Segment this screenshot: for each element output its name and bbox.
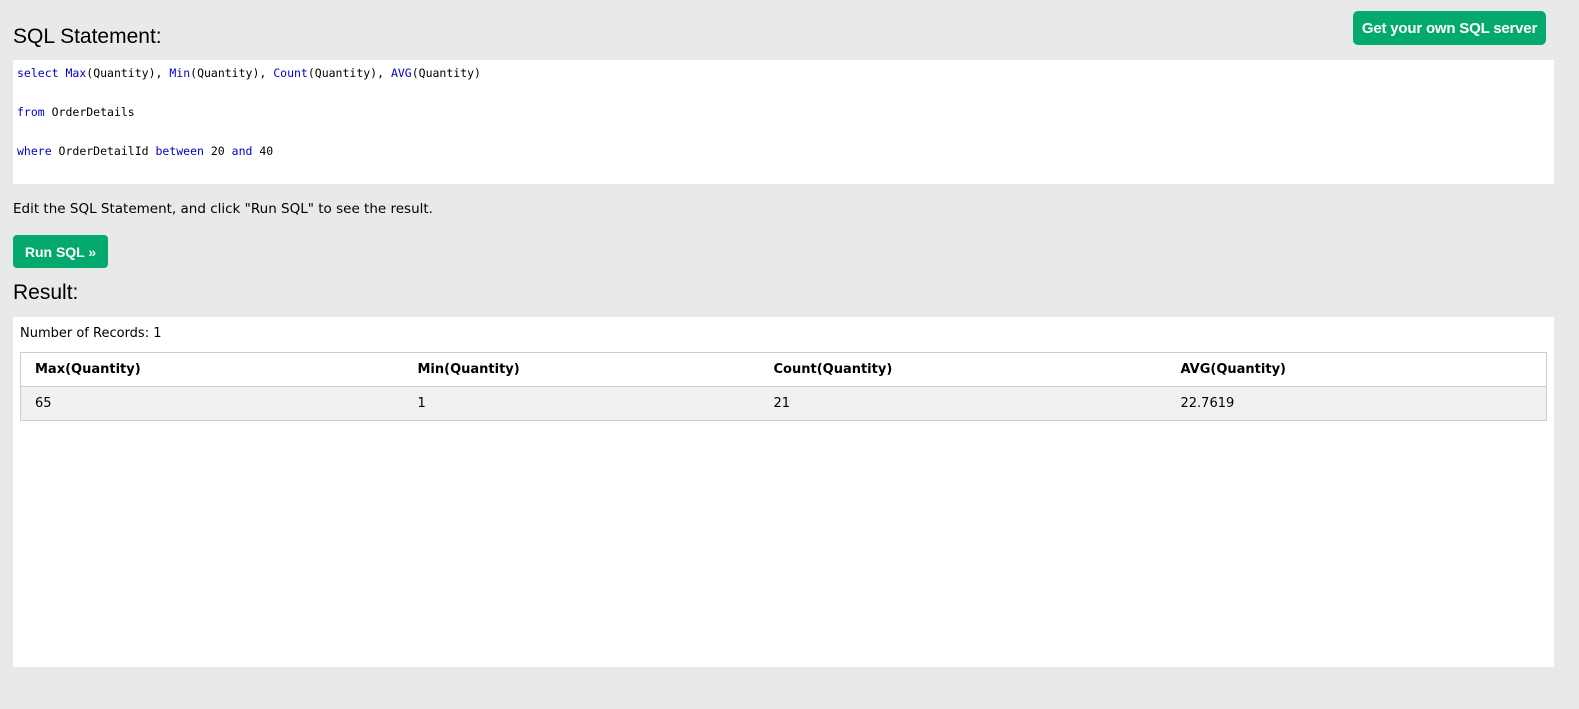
run-sql-button[interactable]: Run SQL » xyxy=(13,235,108,268)
sql-text: 40 xyxy=(252,144,274,158)
sql-keyword: between xyxy=(155,144,204,158)
sql-function: Count xyxy=(273,66,308,80)
result-table: Max(Quantity) Min(Quantity) Count(Quanti… xyxy=(20,352,1547,421)
table-header-row: Max(Quantity) Min(Quantity) Count(Quanti… xyxy=(20,352,1547,387)
sql-keyword: and xyxy=(231,144,253,158)
result-panel: Number of Records: 1 Max(Quantity) Min(Q… xyxy=(13,317,1554,667)
sql-text: (Quantity) xyxy=(411,66,481,80)
column-header: Max(Quantity) xyxy=(20,352,404,387)
column-header: Min(Quantity) xyxy=(403,352,760,387)
code-line-where: where OrderDetailId between 20 and 40 xyxy=(17,145,1550,158)
sql-function: AVG xyxy=(390,66,412,80)
table-cell: 65 xyxy=(20,386,404,421)
sql-text: (Quantity), xyxy=(86,66,170,80)
table-row: 65 1 21 22.7619 xyxy=(20,386,1547,421)
table-cell: 21 xyxy=(759,386,1167,421)
record-count: Number of Records: 1 xyxy=(20,326,162,341)
sql-function: Min xyxy=(169,66,191,80)
sql-text: (Quantity), xyxy=(307,66,391,80)
column-header: Count(Quantity) xyxy=(759,352,1167,387)
table-cell: 22.7619 xyxy=(1166,386,1547,421)
table-cell: 1 xyxy=(403,386,760,421)
column-header: AVG(Quantity) xyxy=(1166,352,1547,387)
sql-statement-heading: SQL Statement: xyxy=(13,25,162,48)
sql-text: OrderDetailId xyxy=(51,144,156,158)
sql-function: Max xyxy=(65,66,87,80)
get-sql-server-button[interactable]: Get your own SQL server xyxy=(1353,11,1546,45)
sql-keyword: select xyxy=(17,66,59,80)
sql-text: (Quantity), xyxy=(190,66,274,80)
code-line-from: from OrderDetails xyxy=(17,106,1550,119)
code-line-select: select Max(Quantity), Min(Quantity), Cou… xyxy=(17,67,1550,80)
sql-text: OrderDetails xyxy=(44,105,135,119)
sql-text: 20 xyxy=(203,144,232,158)
sql-editor[interactable]: select Max(Quantity), Min(Quantity), Cou… xyxy=(13,60,1554,184)
sql-keyword: where xyxy=(17,144,52,158)
sql-keyword: from xyxy=(17,105,45,119)
instructions-text: Edit the SQL Statement, and click "Run S… xyxy=(13,201,433,217)
result-heading: Result: xyxy=(13,281,79,304)
